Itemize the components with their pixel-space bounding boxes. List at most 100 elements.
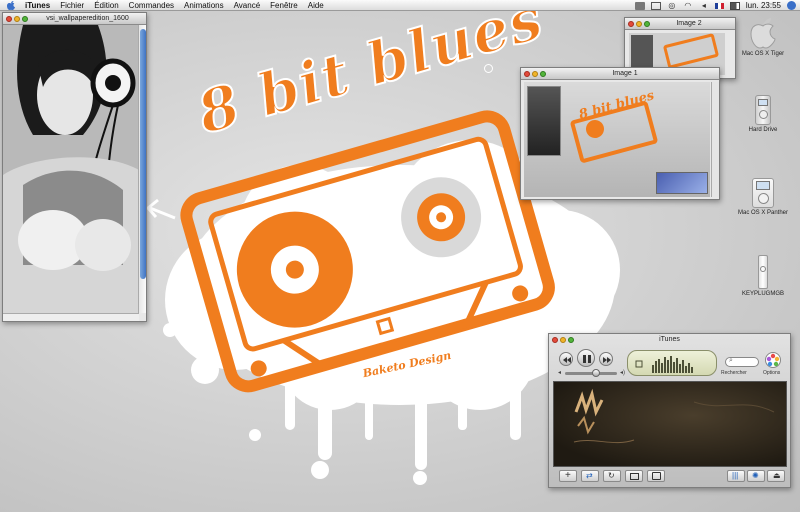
volume-knob[interactable] <box>592 369 601 377</box>
sync-icon[interactable]: ◎ <box>667 1 677 10</box>
apple-menu-icon[interactable] <box>6 0 16 10</box>
volume-slider[interactable] <box>565 369 617 377</box>
menu-controls[interactable]: Commandes <box>124 1 179 10</box>
shuffle-icon: ⇄ <box>586 471 593 480</box>
zoom-button[interactable] <box>644 21 650 27</box>
desktop-icon-label: KEYPLUGMGB <box>741 291 784 297</box>
image1-titlebar[interactable]: Image 1 <box>521 68 719 80</box>
equalizer-button[interactable]: ||| <box>727 470 745 482</box>
eject-button[interactable]: ⏏ <box>767 470 785 482</box>
menu-bar: iTunes Fichier Édition Commandes Animati… <box>0 0 800 11</box>
zoom-button[interactable] <box>568 337 574 343</box>
visualizer-art <box>573 388 775 444</box>
repeat-button[interactable]: ↻ <box>603 470 621 482</box>
desktop-icon-label: Hard Drive <box>748 127 778 133</box>
close-button[interactable] <box>552 337 558 343</box>
menu-help[interactable]: Aide <box>303 1 329 10</box>
volume-low-icon: ◂ <box>558 370 562 376</box>
desktop: 8 bit blues Baketo Design vsi_wallpapere… <box>0 0 800 512</box>
options-button[interactable] <box>765 352 781 368</box>
close-button[interactable] <box>6 16 12 22</box>
desktop-icon-tiger[interactable]: Mac OS X Tiger <box>733 15 793 57</box>
previous-button[interactable] <box>559 352 573 366</box>
search-icon: ⌕ <box>729 357 733 364</box>
script-menu-icon[interactable] <box>634 1 645 10</box>
ipod-mini-icon <box>755 95 771 125</box>
image1-title: Image 1 <box>612 70 638 77</box>
plus-icon: + <box>565 470 571 481</box>
photo-window-titlebar[interactable]: vsi_wallpaperedition_1600 <box>3 13 146 25</box>
volume-icon[interactable]: ◂ <box>699 1 709 10</box>
desktop-icon-hard-drive[interactable]: Hard Drive <box>733 95 793 133</box>
repeat-icon: ↻ <box>608 471 615 480</box>
menu-edit[interactable]: Édition <box>89 1 123 10</box>
burn-icon <box>652 472 661 480</box>
image2-titlebar[interactable]: Image 2 <box>625 18 735 30</box>
apple-logo-icon <box>750 18 776 49</box>
pause-icon <box>583 355 591 363</box>
photo-viewer-window[interactable]: vsi_wallpaperedition_1600 <box>2 12 147 322</box>
close-button[interactable] <box>524 71 530 77</box>
photo-image <box>3 25 139 313</box>
zoom-button[interactable] <box>540 71 546 77</box>
search-field[interactable]: ⌕ <box>725 357 759 367</box>
options-flower-icon <box>766 353 780 367</box>
minimize-button[interactable] <box>636 21 642 27</box>
menu-clock[interactable]: lun. 23:55 <box>746 1 781 10</box>
add-playlist-button[interactable]: + <box>559 470 577 482</box>
equalizer-visual <box>635 356 693 373</box>
volume-high-icon: ◂) <box>620 370 626 376</box>
menu-advanced[interactable]: Avancé <box>229 1 266 10</box>
image1-window[interactable]: Image 1 8 bit blues <box>520 67 720 200</box>
artwork-icon <box>630 473 639 480</box>
equalizer-icon: ||| <box>732 471 739 480</box>
zoom-button[interactable] <box>22 16 28 22</box>
photo-horizontal-scrollbar[interactable] <box>3 313 139 321</box>
menu-extras: ◎ ◠ ◂ lun. 23:55 <box>634 0 796 11</box>
shuffle-button[interactable]: ⇄ <box>581 470 599 482</box>
eject-button-small[interactable] <box>647 470 665 482</box>
photo-window-title: vsi_wallpaperedition_1600 <box>46 15 129 22</box>
desktop-icon-label: Mac OS X Tiger <box>741 51 785 57</box>
itunes-titlebar[interactable]: iTunes <box>549 334 790 346</box>
next-button[interactable] <box>599 352 613 366</box>
desktop-icon-panther[interactable]: Mac OS X Panther <box>733 178 793 216</box>
image1-scrollbar[interactable] <box>711 82 719 197</box>
desktop-icon-label: Mac OS X Panther <box>737 210 789 216</box>
input-language-flag-icon[interactable] <box>714 2 724 9</box>
fast-forward-icon <box>603 357 611 363</box>
search-label: Rechercher <box>721 370 747 376</box>
itunes-bottom-bar: + ⇄ ↻ ||| ✺ ⏏ <box>549 467 790 487</box>
minimize-button[interactable] <box>14 16 20 22</box>
scroll-thumb[interactable] <box>140 29 146 279</box>
wifi-icon[interactable]: ◠ <box>683 1 693 10</box>
eject-icon: ⏏ <box>773 471 781 480</box>
visualizer-icon: ✺ <box>752 471 759 480</box>
itunes-title: iTunes <box>659 336 680 343</box>
itunes-window[interactable]: iTunes ◂ ◂) ⌕ Rechercher Options + ⇄ ↻ |… <box>548 333 791 488</box>
registered-mark <box>484 64 493 73</box>
visualizer-button[interactable]: ✺ <box>747 470 765 482</box>
spotlight-icon[interactable] <box>787 1 796 10</box>
ipod-shuffle-icon <box>758 255 768 289</box>
image2-title: Image 2 <box>676 20 702 27</box>
minimize-button[interactable] <box>532 71 538 77</box>
image1-content: 8 bit blues <box>524 82 710 197</box>
minimize-button[interactable] <box>560 337 566 343</box>
menu-file[interactable]: Fichier <box>55 1 89 10</box>
menu-window[interactable]: Fenêtre <box>265 1 303 10</box>
photo-vertical-scrollbar[interactable] <box>138 25 146 313</box>
visualizer-pane[interactable] <box>553 381 787 467</box>
menu-visualizer[interactable]: Animations <box>179 1 229 10</box>
lcd-display[interactable] <box>627 350 717 376</box>
options-label: Options <box>763 370 781 376</box>
battery-icon[interactable] <box>729 1 740 10</box>
menu-app-name[interactable]: iTunes <box>20 1 55 10</box>
play-pause-button[interactable] <box>577 349 595 367</box>
ipod-icon <box>752 178 774 208</box>
show-artwork-button[interactable] <box>625 470 643 482</box>
desktop-icon-keyplug[interactable]: KEYPLUGMGB <box>733 255 793 297</box>
display-icon[interactable] <box>650 1 661 10</box>
close-button[interactable] <box>628 21 634 27</box>
rewind-icon <box>563 357 571 363</box>
